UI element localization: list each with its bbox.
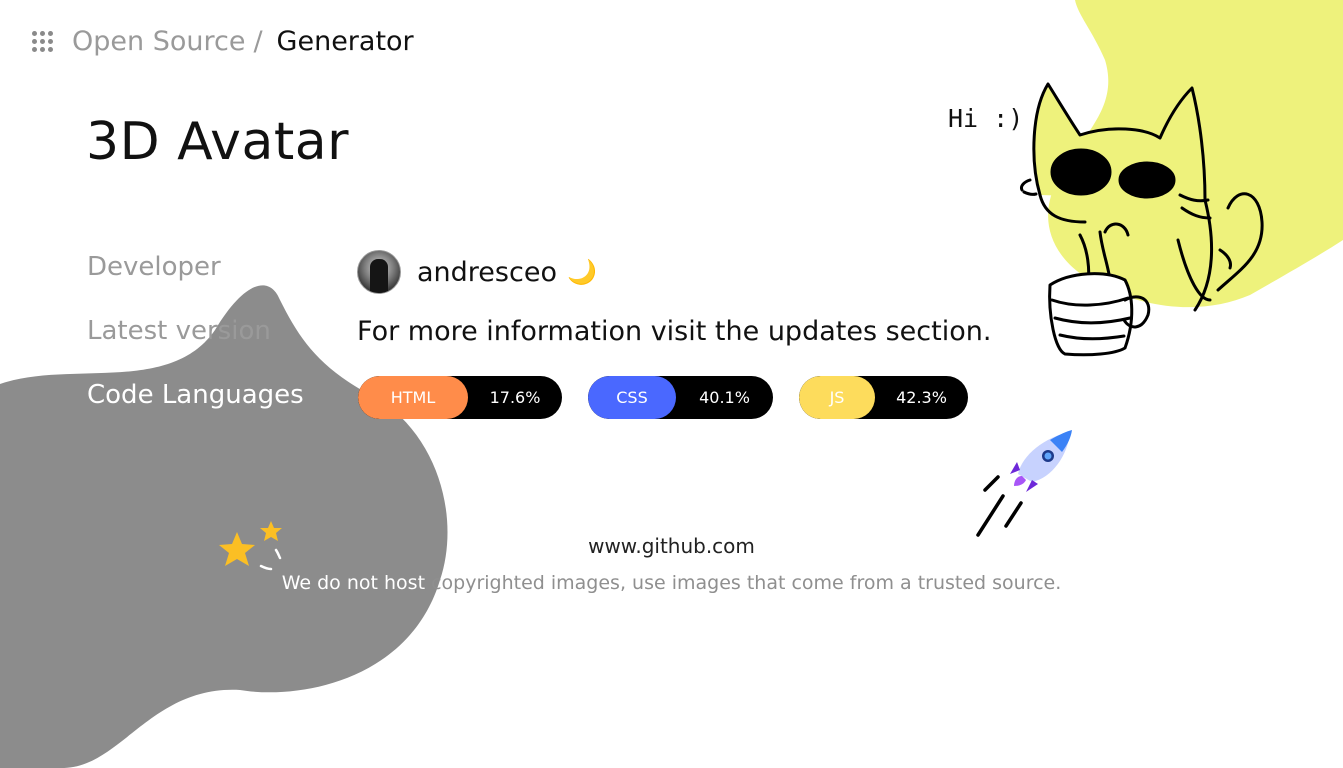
footer-disclaimer-start: We do not host (281, 572, 426, 594)
breadcrumb: Open Source / Generator (32, 26, 414, 57)
language-name-css: CSS (588, 376, 676, 419)
footer-disclaimer-rest: copyrighted images, use images that come… (425, 572, 1062, 594)
language-pill-js[interactable]: JS 42.3% (799, 376, 968, 419)
footer-url-link[interactable]: www.github.com (0, 534, 1343, 558)
footer-disclaimer: We do not host copyrighted images, use i… (0, 572, 1343, 594)
moon-icon: 🌙 (566, 258, 597, 286)
developer-profile[interactable]: andresceo 🌙 (357, 250, 597, 294)
language-name-js: JS (799, 376, 875, 419)
language-name-html: HTML (358, 376, 468, 419)
apps-grid-icon[interactable] (32, 30, 54, 53)
language-pill-html[interactable]: HTML 17.6% (358, 376, 562, 419)
page: Hi :) Open Source / Generator 3D Avatar … (0, 0, 1343, 768)
page-title: 3D Avatar (86, 112, 349, 172)
breadcrumb-separator: / (253, 26, 263, 57)
avatar[interactable] (357, 250, 401, 294)
developer-name[interactable]: andresceo (417, 257, 557, 288)
language-percent-css: 40.1% (699, 388, 750, 407)
code-languages-label: Code Languages (87, 380, 304, 410)
language-percent-js: 42.3% (896, 388, 947, 407)
latest-version-label-text: Latest version (87, 316, 271, 346)
developer-label: Developer (87, 252, 221, 282)
latest-version-label: Latest version (87, 316, 271, 346)
breadcrumb-current: Generator (276, 26, 414, 57)
language-pill-css[interactable]: CSS 40.1% (588, 376, 773, 419)
language-percent-html: 17.6% (489, 388, 541, 407)
latest-version-text: For more information visit the updates s… (357, 316, 992, 347)
breadcrumb-parent-link[interactable]: Open Source (72, 26, 245, 57)
speech-text: Hi :) (948, 104, 1024, 133)
